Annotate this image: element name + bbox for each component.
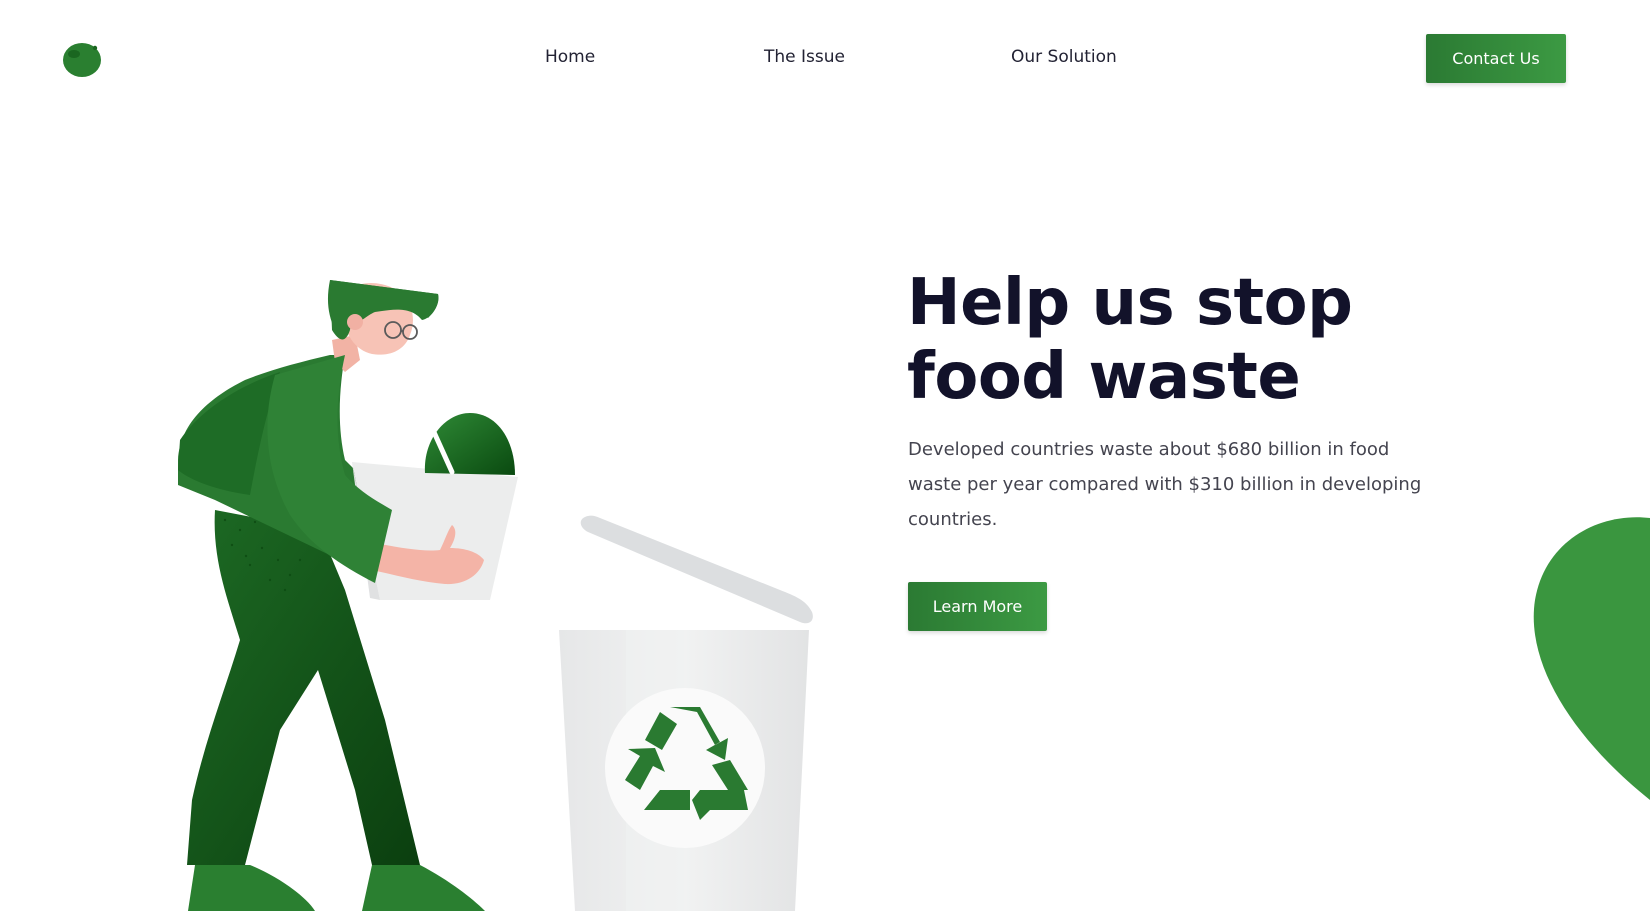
person-neck — [332, 335, 360, 372]
lime-ball — [424, 413, 515, 475]
hero-description: Developed countries waste about $680 bil… — [908, 439, 1422, 530]
recycle-icon — [625, 707, 748, 820]
glasses-icon — [384, 321, 418, 340]
nav-the-issue[interactable]: The Issue — [764, 47, 845, 67]
hero-title-line-2: food waste — [907, 340, 1301, 414]
nav-home[interactable]: Home — [545, 47, 595, 67]
person-shoe-right — [362, 865, 485, 911]
decorative-blob — [1533, 517, 1650, 800]
landing-page: Home The Issue Our Solution Contact Us H… — [0, 0, 1650, 911]
person-legs — [187, 510, 420, 865]
person-hand — [372, 525, 484, 585]
nav-our-solution[interactable]: Our Solution — [1011, 47, 1117, 67]
person-box — [352, 462, 518, 600]
hero-title-line-1: Help us stop — [907, 266, 1353, 340]
bin-lid — [580, 515, 813, 624]
person-shoe-left — [188, 865, 315, 911]
recycle-circle — [605, 688, 765, 848]
person-hair — [327, 280, 439, 338]
person-head — [341, 282, 413, 355]
bin-body — [559, 630, 809, 911]
learn-more-button[interactable]: Learn More — [908, 582, 1047, 631]
hero-title: Help us stop food waste — [907, 266, 1467, 414]
person-sleeve — [267, 355, 392, 583]
texture-speckles — [223, 518, 302, 592]
person-torso — [178, 355, 390, 580]
main-nav: Home The Issue Our Solution — [0, 47, 1650, 73]
contact-us-button[interactable]: Contact Us — [1426, 34, 1566, 83]
